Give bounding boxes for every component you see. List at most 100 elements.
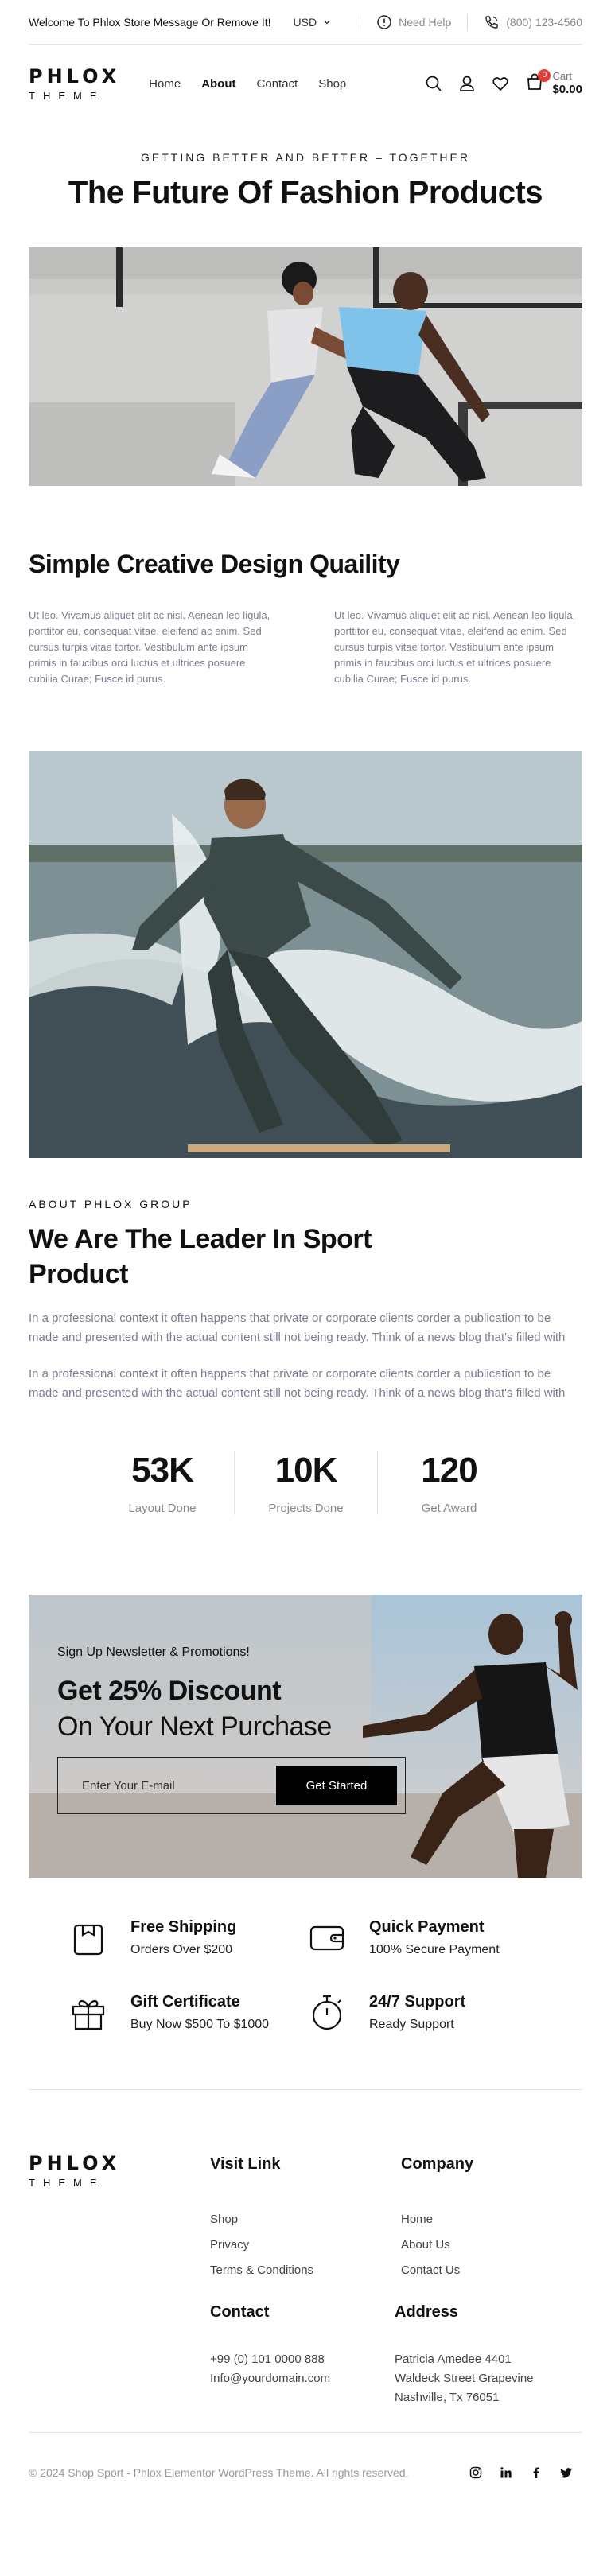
twitter-icon[interactable] <box>560 2466 573 2479</box>
search-icon[interactable] <box>425 75 442 92</box>
feature-title: 24/7 Support <box>369 1992 466 2011</box>
feature-subtitle: Ready Support <box>369 2017 454 2031</box>
phone-icon <box>485 15 498 29</box>
stat-value: 120 <box>421 1451 477 1490</box>
wallet-icon <box>309 1925 344 1951</box>
features-grid: Free Shipping Orders Over $200 Quick Pay… <box>29 1916 582 2034</box>
copyright-text: © 2024 Shop Sport - Phlox Elementor Word… <box>29 2466 409 2479</box>
stat-value: 53K <box>131 1451 194 1490</box>
logo[interactable]: PHLOX THEME <box>29 67 120 101</box>
about-paragraph: In a professional context it often happe… <box>29 1311 566 1344</box>
footer-contact: Contact +99 (0) 101 0000 888 Info@yourdo… <box>210 2303 330 2388</box>
footer-email[interactable]: Info@yourdomain.com <box>210 2369 330 2388</box>
footer-visit-links: Visit Link Shop Privacy Terms & Conditio… <box>210 2155 313 2283</box>
currency-selector[interactable]: USD <box>294 16 332 29</box>
cart-label: Cart <box>552 69 573 82</box>
hero-image-runners <box>29 247 582 486</box>
stopwatch-icon <box>312 1995 342 2030</box>
footer-link-privacy[interactable]: Privacy <box>210 2232 313 2258</box>
stat-label: Projects Done <box>268 1502 344 1515</box>
social-links <box>469 2466 573 2479</box>
feature-title: Quick Payment <box>369 1917 485 1936</box>
linkedin-icon[interactable] <box>500 2466 512 2479</box>
footer-link-terms[interactable]: Terms & Conditions <box>210 2258 313 2283</box>
stat-label: Layout Done <box>128 1502 197 1515</box>
feature-title: Free Shipping <box>130 1917 237 1936</box>
get-started-button[interactable]: Get Started <box>276 1766 397 1805</box>
about-paragraph: In a professional context it often happe… <box>29 1367 566 1400</box>
hero-eyebrow: GETTING BETTER AND BETTER – TOGETHER <box>141 151 470 164</box>
footer-bottom-bar: © 2024 Shop Sport - Phlox Elementor Word… <box>29 2433 582 2512</box>
stat-item: 53K Layout Done <box>91 1451 234 1515</box>
phone-link[interactable]: (800) 123-4560 <box>484 14 582 30</box>
footer-heading: Visit Link <box>210 2155 281 2173</box>
gift-icon <box>72 1999 105 2030</box>
nav-shop[interactable]: Shop <box>318 77 346 91</box>
newsletter-banner: Sign Up Newsletter & Promotions! Get 25%… <box>29 1595 582 1878</box>
chevron-down-icon <box>324 20 330 24</box>
cart-button[interactable]: 0 Cart $0.00 <box>525 68 582 96</box>
newsletter-subheadline: On Your Next Purchase <box>57 1712 332 1742</box>
footer-company-links: Company Home About Us Contact Us <box>401 2155 473 2283</box>
stat-item: 120 Get Award <box>377 1451 520 1515</box>
feature-item: Quick Payment 100% Secure Payment <box>306 1916 544 1959</box>
top-bar: Welcome To Phlox Store Message Or Remove… <box>29 0 582 45</box>
facebook-icon[interactable] <box>530 2466 543 2479</box>
footer-logo[interactable]: PHLOX THEME <box>29 2154 120 2188</box>
surfer-image <box>29 751 582 1158</box>
about-eyebrow: ABOUT PHLOX GROUP <box>29 1198 193 1210</box>
nav-contact[interactable]: Contact <box>257 77 298 91</box>
heart-icon[interactable] <box>492 75 509 92</box>
cart-total: $0.00 <box>552 82 582 96</box>
feature-subtitle: 100% Secure Payment <box>369 1942 500 1956</box>
creative-text-left: Ut leo. Vivamus aliquet elit ac nisl. Ae… <box>29 609 270 685</box>
footer-phone[interactable]: +99 (0) 101 0000 888 <box>210 2350 330 2369</box>
instagram-icon[interactable] <box>469 2466 482 2479</box>
hero-title: The Future Of Fashion Products <box>68 175 543 210</box>
logo-subtitle: THEME <box>29 2177 105 2189</box>
user-icon[interactable] <box>458 75 476 92</box>
logo-wordmark: PHLOX <box>29 2152 121 2174</box>
stats-row: 53K Layout Done 10K Projects Done 120 Ge… <box>0 1451 611 1515</box>
need-help-label: Need Help <box>399 15 452 29</box>
email-field[interactable] <box>82 1778 257 1793</box>
feature-item: Free Shipping Orders Over $200 <box>67 1916 306 1959</box>
footer-link-shop[interactable]: Shop <box>210 2207 313 2232</box>
bag-icon <box>73 1924 103 1956</box>
main-nav: Home About Contact Shop <box>149 77 346 91</box>
footer-heading: Company <box>401 2155 474 2173</box>
feature-title: Gift Certificate <box>130 1992 240 2011</box>
phone-number: (800) 123-4560 <box>506 15 582 29</box>
footer-link-home[interactable]: Home <box>401 2207 473 2232</box>
footer-address: Address Patricia Amedee 4401 Waldeck Str… <box>395 2303 534 2407</box>
site-header: PHLOX THEME Home About Contact Shop 0 Ca… <box>29 45 582 122</box>
footer-link-contact[interactable]: Contact Us <box>401 2258 473 2283</box>
creative-text-right: Ut leo. Vivamus aliquet elit ac nisl. Ae… <box>334 609 576 685</box>
feature-subtitle: Orders Over $200 <box>130 1942 233 1956</box>
creative-section-title: Simple Creative Design Quaility <box>29 550 400 578</box>
stat-value: 10K <box>274 1451 338 1490</box>
stat-label: Get Award <box>421 1502 477 1515</box>
feature-item: Gift Certificate Buy Now $500 To $1000 <box>67 1991 306 2034</box>
footer-link-about[interactable]: About Us <box>401 2232 473 2258</box>
feature-subtitle: Buy Now $500 To $1000 <box>130 2017 270 2031</box>
newsletter-form: Get Started <box>57 1757 406 1814</box>
logo-wordmark: PHLOX <box>29 64 121 87</box>
newsletter-eyebrow: Sign Up Newsletter & Promotions! <box>57 1645 250 1659</box>
cart-count-badge: 0 <box>538 68 551 82</box>
footer-heading: Address <box>395 2303 459 2321</box>
nav-home[interactable]: Home <box>149 77 181 91</box>
feature-item: 24/7 Support Ready Support <box>306 1991 544 2034</box>
divider <box>467 13 469 31</box>
logo-subtitle: THEME <box>29 89 105 102</box>
currency-value: USD <box>293 15 317 29</box>
stat-item: 10K Projects Done <box>234 1451 377 1515</box>
site-footer: PHLOX THEME Visit Link Shop Privacy Term… <box>29 2090 582 2432</box>
info-icon <box>377 14 391 29</box>
newsletter-headline: Get 25% Discount <box>57 1676 282 1706</box>
address-line: Patricia Amedee 4401 <box>395 2353 512 2366</box>
nav-about[interactable]: About <box>201 77 235 91</box>
footer-heading: Contact <box>210 2303 270 2321</box>
need-help-link[interactable]: Need Help <box>376 14 451 30</box>
about-title: We Are The Leader In Sport Product <box>29 1224 372 1289</box>
